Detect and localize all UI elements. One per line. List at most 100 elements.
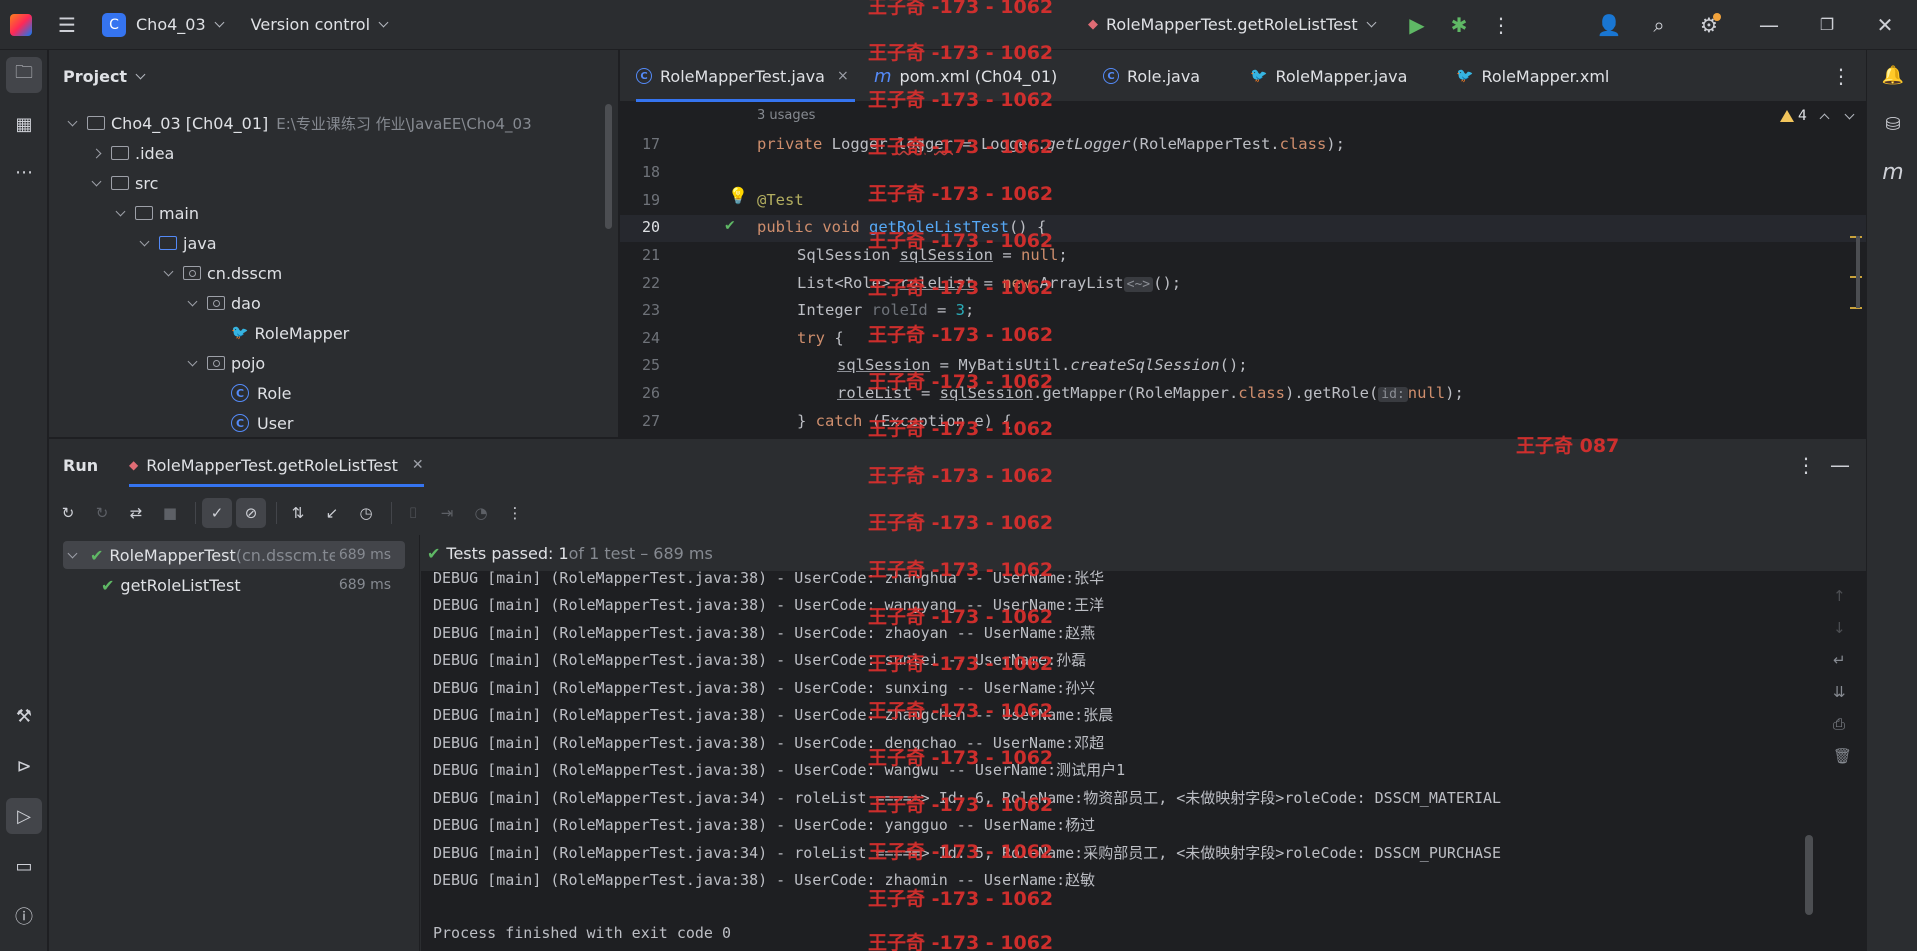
expand-arrow-icon[interactable] (185, 296, 199, 310)
project-tool-icon[interactable]: 🗀 (6, 57, 42, 93)
print-icon[interactable]: ⎙ (1833, 715, 1845, 733)
project-panel-header[interactable]: Project (49, 50, 618, 102)
class-icon: C (636, 68, 652, 84)
console-scrollbar[interactable] (1805, 835, 1813, 915)
project-selector[interactable]: C Cho4_03 (94, 8, 231, 42)
services-tool-icon[interactable]: ⊳ (6, 748, 42, 784)
minimize-window-icon[interactable]: — (1748, 4, 1790, 46)
run-tool-icon[interactable]: ▷ (6, 798, 42, 834)
passed-check-icon: ✔ (90, 545, 104, 565)
rerun-failed-icon[interactable]: ↻ (87, 498, 117, 528)
code-line-19[interactable]: @Test (757, 191, 804, 209)
module-folder-icon (87, 116, 105, 130)
close-window-icon[interactable]: ✕ (1864, 4, 1906, 46)
tree-item-role[interactable]: C Role (231, 378, 291, 408)
expand-arrow-icon[interactable] (161, 266, 175, 280)
toggle-auto-test-icon[interactable]: ⇄ (121, 498, 151, 528)
collapsed-arrow-icon[interactable] (89, 146, 103, 160)
coverage-icon[interactable]: ◔ (466, 498, 496, 528)
chevron-up-icon[interactable] (1819, 113, 1830, 123)
notifications-bell-icon[interactable]: 🔔 (1875, 57, 1911, 93)
more-actions-icon[interactable]: ⋮ (1480, 4, 1522, 46)
clear-all-icon[interactable]: 🗑 (1833, 747, 1852, 765)
database-tool-icon[interactable]: ⛁ (1875, 106, 1911, 142)
tree-item-cn-dsscm[interactable]: cn.dsscm (161, 258, 282, 288)
run-tab[interactable]: ◆ RoleMapperTest.getRoleListTest ✕ (129, 439, 424, 491)
scroll-up-icon[interactable]: ↑ (1833, 587, 1846, 605)
terminal-tool-icon[interactable]: ▭ (6, 848, 42, 884)
maven-tool-icon[interactable]: m (1875, 154, 1911, 190)
test-suite-row[interactable]: ✔ RoleMapperTest (cn.dsscm.te 689 ms (63, 541, 405, 569)
camera-icon[interactable]: ⌷ (398, 498, 428, 528)
stop-icon[interactable]: ■ (155, 498, 185, 528)
watermark-text: 王子奇 -173 - 1062 (868, 559, 1054, 581)
expand-arrow-icon[interactable] (137, 236, 151, 250)
expand-arrow-icon[interactable] (113, 206, 127, 220)
tab-rolemapper-java[interactable]: 🐦 RoleMapper.java (1250, 50, 1407, 102)
run-config-selector[interactable]: ◆ RoleMapperTest.getRoleListTest (1080, 8, 1383, 42)
test-history-icon[interactable]: ◷ (351, 498, 381, 528)
usages-hint[interactable]: 3 usages (757, 108, 815, 123)
close-tab-icon[interactable]: × (837, 68, 849, 84)
more-options-icon[interactable]: ⋮ (500, 498, 530, 528)
tree-item-pojo[interactable]: pojo (185, 348, 265, 378)
tree-item-user[interactable]: C User (231, 408, 293, 437)
tab-rolemapper-xml[interactable]: 🐦 RoleMapper.xml (1456, 50, 1609, 102)
app-logo-icon[interactable] (10, 13, 32, 36)
restore-window-icon[interactable]: ❐ (1806, 4, 1848, 46)
intention-bulb-icon[interactable]: 💡 (728, 186, 748, 205)
test-case-row[interactable]: ✔ getRoleListTest 689 ms (63, 571, 405, 599)
code-line-23[interactable]: Integer roleId = 3; (797, 301, 974, 319)
tree-item-idea[interactable]: .idea (89, 138, 174, 168)
tree-item-src[interactable]: src (89, 168, 158, 198)
editor-scrollbar[interactable] (1856, 236, 1860, 308)
structure-tool-icon[interactable]: ▦ (6, 106, 42, 142)
expand-arrow-icon[interactable] (89, 176, 103, 190)
debug-icon[interactable]: ✱ (1438, 4, 1480, 46)
tests-passed-label: Tests passed: 1 (446, 543, 569, 563)
right-tool-strip: 🔔 ⛁ m (1866, 50, 1917, 951)
tab-options-icon[interactable]: ⋮ (1820, 55, 1862, 97)
expand-arrow-icon[interactable] (67, 548, 78, 558)
run-panel-title: Run (63, 455, 99, 475)
search-icon[interactable]: ⌕ (1638, 4, 1680, 46)
project-name: Cho4_03 (136, 15, 206, 34)
settings-gear-icon[interactable]: ⚙ (1688, 4, 1730, 46)
more-tools-icon[interactable]: ⋯ (6, 154, 42, 190)
scroll-down-icon[interactable]: ↓ (1833, 619, 1846, 637)
build-tool-icon[interactable]: ⚒ (6, 698, 42, 734)
tree-item-main[interactable]: main (113, 198, 199, 228)
scroll-to-end-icon[interactable]: ⇊ (1833, 683, 1846, 701)
close-tab-icon[interactable]: ✕ (412, 457, 424, 473)
collapse-icon[interactable]: ↙ (317, 498, 347, 528)
tree-item-dao[interactable]: dao (185, 288, 261, 318)
main-menu-icon[interactable]: ☰ (50, 4, 84, 46)
tree-item-java[interactable]: java (137, 228, 217, 258)
run-icon[interactable]: ▶ (1396, 4, 1438, 46)
import-icon[interactable]: ⇥ (432, 498, 462, 528)
problems-tool-icon[interactable]: ⓘ (6, 898, 42, 934)
console-output[interactable]: ✔ Tests passed: 1 of 1 test – 689 ms DEB… (421, 535, 1866, 951)
soft-wrap-icon[interactable]: ↵ (1833, 651, 1846, 669)
add-user-icon[interactable]: 👤 (1588, 4, 1630, 46)
tree-item-module[interactable]: Cho4_03 [Ch04_01] E:\专业课练习 作业\JavaEE\Cho… (65, 108, 532, 138)
chevron-down-icon[interactable] (1844, 109, 1855, 119)
tab-role-java[interactable]: C Role.java (1103, 50, 1200, 102)
tab-rolemappertest-java[interactable]: C RoleMapperTest.java × (636, 50, 855, 102)
watermark-text: 王子奇 -173 - 1062 (868, 841, 1054, 863)
inspection-widget[interactable]: 4 (1780, 108, 1855, 124)
version-control-menu[interactable]: Version control (243, 8, 395, 42)
tree-item-label: .idea (135, 143, 175, 163)
rerun-icon[interactable]: ↻ (53, 498, 83, 528)
code-line-24[interactable]: try { (797, 329, 844, 347)
expand-arrow-icon[interactable] (65, 116, 79, 130)
show-ignored-icon[interactable]: ⊘ (236, 498, 266, 528)
show-passed-icon[interactable]: ✓ (202, 498, 232, 528)
tree-item-rolemapper[interactable]: 🐦 RoleMapper (231, 318, 349, 348)
hide-panel-icon[interactable]: — (1819, 444, 1861, 486)
module-path-hint: E:\专业课练习 作业\JavaEE\Cho4_03 (276, 114, 532, 133)
run-test-gutter-icon[interactable]: ✔ (724, 218, 736, 234)
sort-icon[interactable]: ⇅ (283, 498, 313, 528)
project-tree-scrollbar[interactable] (605, 104, 612, 229)
expand-arrow-icon[interactable] (185, 356, 199, 370)
